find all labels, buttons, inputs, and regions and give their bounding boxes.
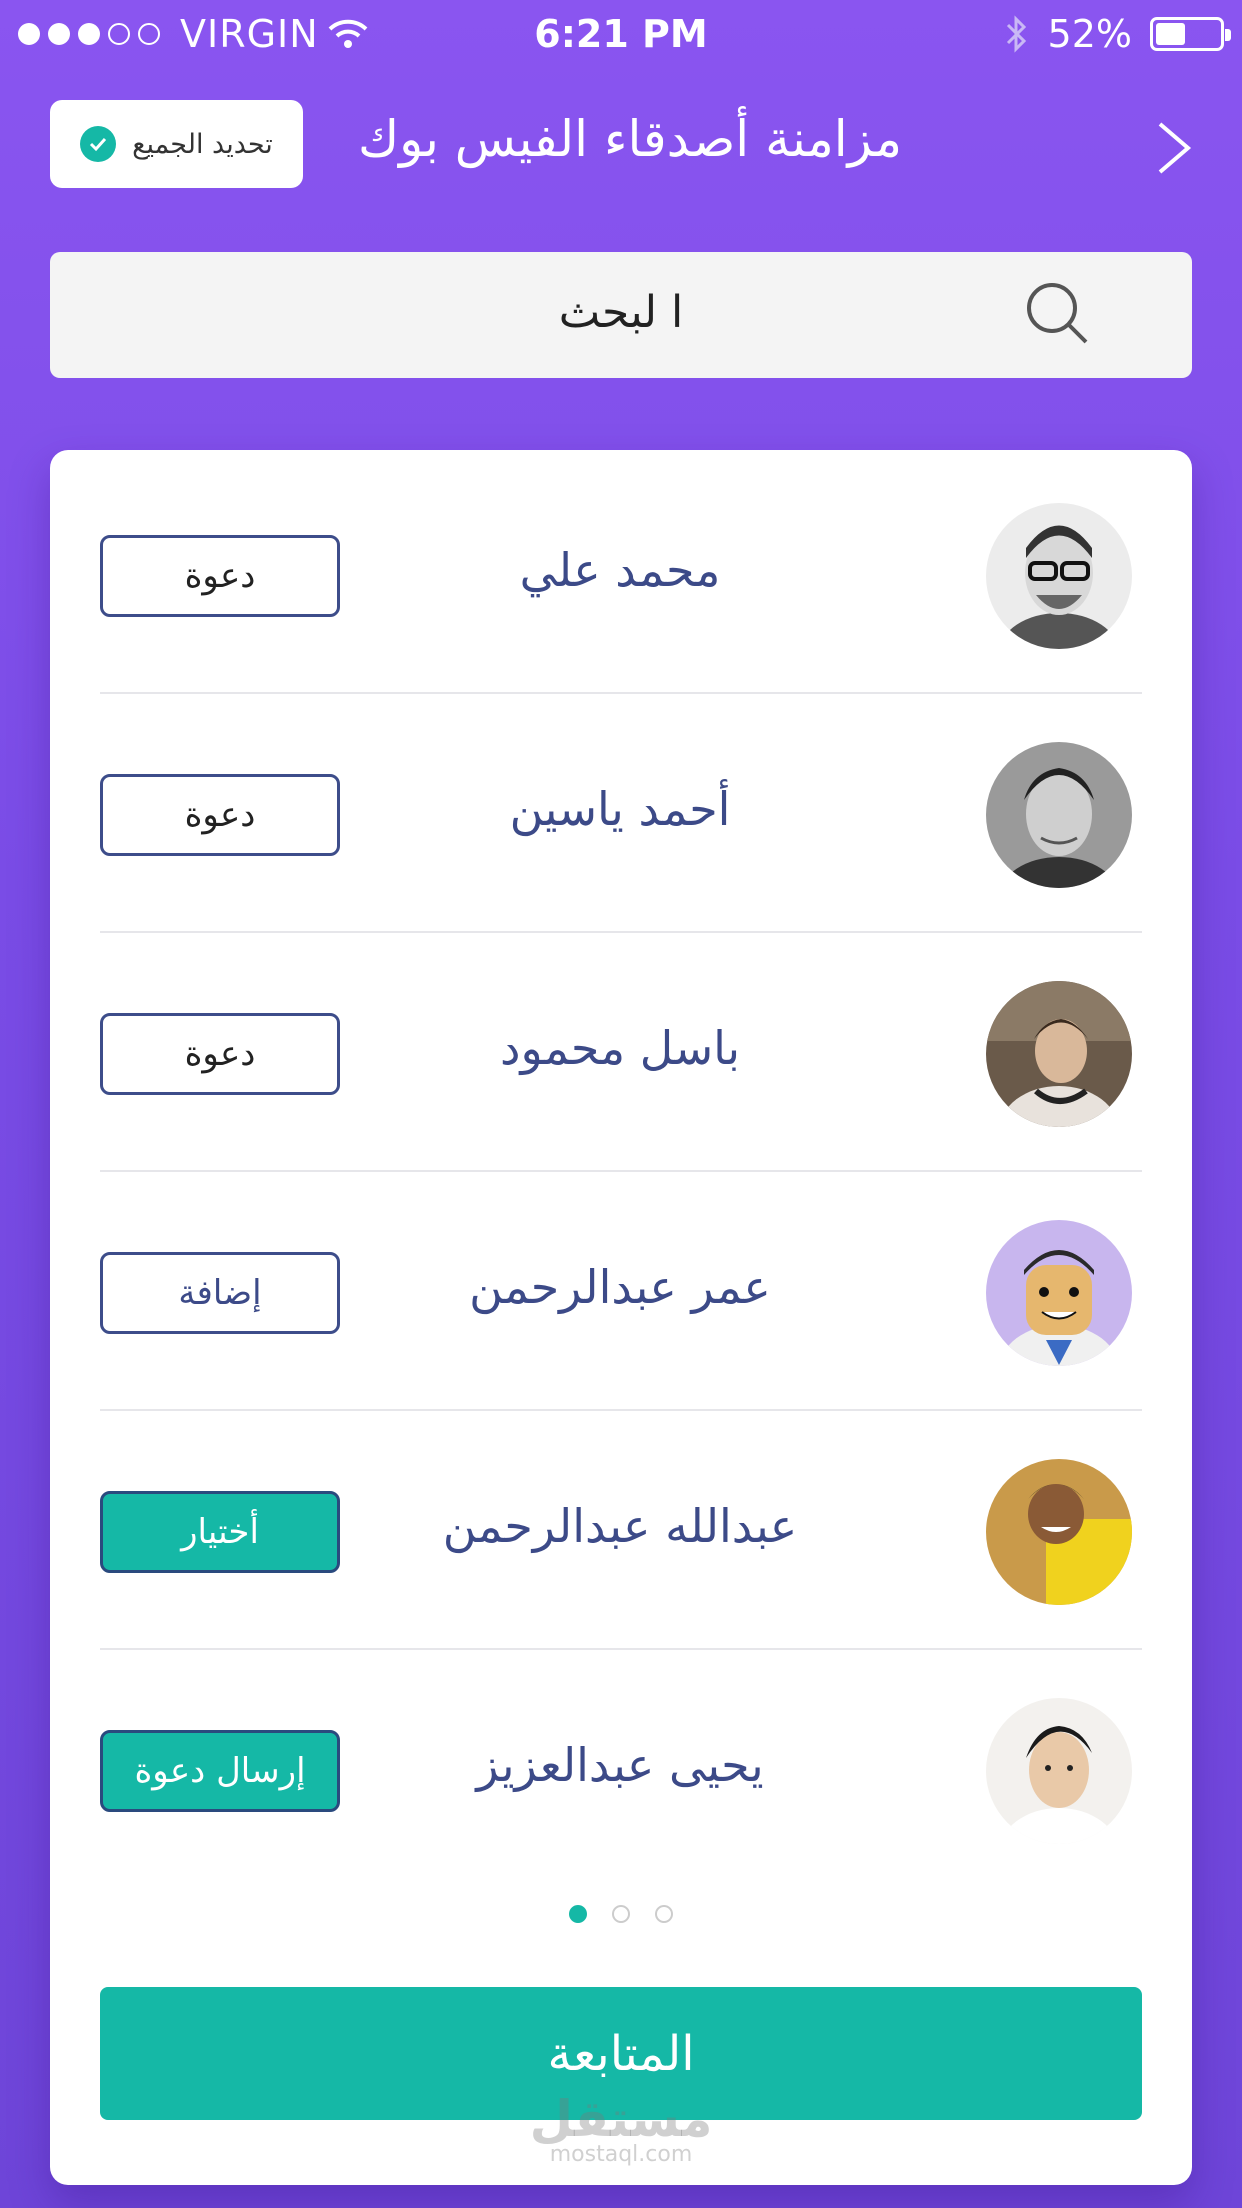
- battery-icon: [1150, 17, 1231, 51]
- friend-row: إرسال دعوة يحيى عبدالعزيز: [100, 1650, 1142, 1889]
- avatar: [986, 981, 1132, 1127]
- friend-name: باسل محمود: [500, 1021, 740, 1075]
- friends-card: دعوة محمد علي دعوة أحمد ياسين دعوة باسل محمود…: [50, 450, 1192, 2185]
- friend-action-button[interactable]: إضافة: [100, 1252, 340, 1334]
- avatar: [986, 1220, 1132, 1366]
- friend-row: دعوة محمد علي: [100, 455, 1142, 694]
- watermark-logo: مستقل: [529, 2090, 713, 2148]
- page-dot-3[interactable]: [655, 1905, 673, 1923]
- friend-action-button[interactable]: دعوة: [100, 535, 340, 617]
- friend-name: يحيى عبدالعزيز: [476, 1738, 764, 1792]
- friend-row: دعوة أحمد ياسين: [100, 694, 1142, 933]
- watermark-url: mostaql.com: [549, 2142, 693, 2167]
- page-title: مزامنة أصدقاء الفيس بوك: [357, 110, 903, 168]
- bluetooth-icon: [1006, 15, 1026, 53]
- avatar: [986, 503, 1132, 649]
- friend-row: إضافة عمر عبدالرحمن: [100, 1172, 1142, 1411]
- friend-action-button[interactable]: أختيار: [100, 1491, 340, 1573]
- select-all-button[interactable]: تحديد الجميع: [50, 100, 303, 188]
- friend-name: محمد علي: [519, 543, 721, 597]
- avatar: [986, 1459, 1132, 1605]
- friend-name: عمر عبدالرحمن: [469, 1260, 771, 1314]
- status-bar: VIRGIN 6:21 PM 52%: [0, 0, 1242, 70]
- battery-tip: [1225, 29, 1231, 41]
- watermark: مستقل mostaql.com: [50, 2090, 1192, 2167]
- chevron-right-icon[interactable]: [1142, 118, 1202, 178]
- search-bar[interactable]: ا لبحث: [50, 252, 1192, 378]
- search-input[interactable]: ا لبحث: [50, 287, 1192, 338]
- friend-row: أختيار عبدالله عبدالرحمن: [100, 1411, 1142, 1650]
- pagination: [50, 1905, 1192, 1923]
- check-icon: [80, 126, 117, 162]
- battery-percent: 52%: [1047, 12, 1132, 56]
- friend-name: عبدالله عبدالرحمن: [442, 1499, 798, 1553]
- avatar: [986, 742, 1132, 888]
- page-dot-2[interactable]: [612, 1905, 630, 1923]
- select-all-label: تحديد الجميع: [132, 128, 273, 160]
- friend-row: دعوة باسل محمود: [100, 933, 1142, 1172]
- friend-action-button[interactable]: دعوة: [100, 774, 340, 856]
- search-icon[interactable]: [1022, 278, 1092, 348]
- battery-level: [1156, 23, 1186, 45]
- status-right: 52%: [1004, 12, 1231, 56]
- friend-action-button[interactable]: إرسال دعوة: [100, 1730, 340, 1812]
- friend-action-button[interactable]: دعوة: [100, 1013, 340, 1095]
- friend-name: أحمد ياسين: [509, 782, 731, 836]
- avatar: [986, 1698, 1132, 1844]
- page-dot-1[interactable]: [569, 1905, 587, 1923]
